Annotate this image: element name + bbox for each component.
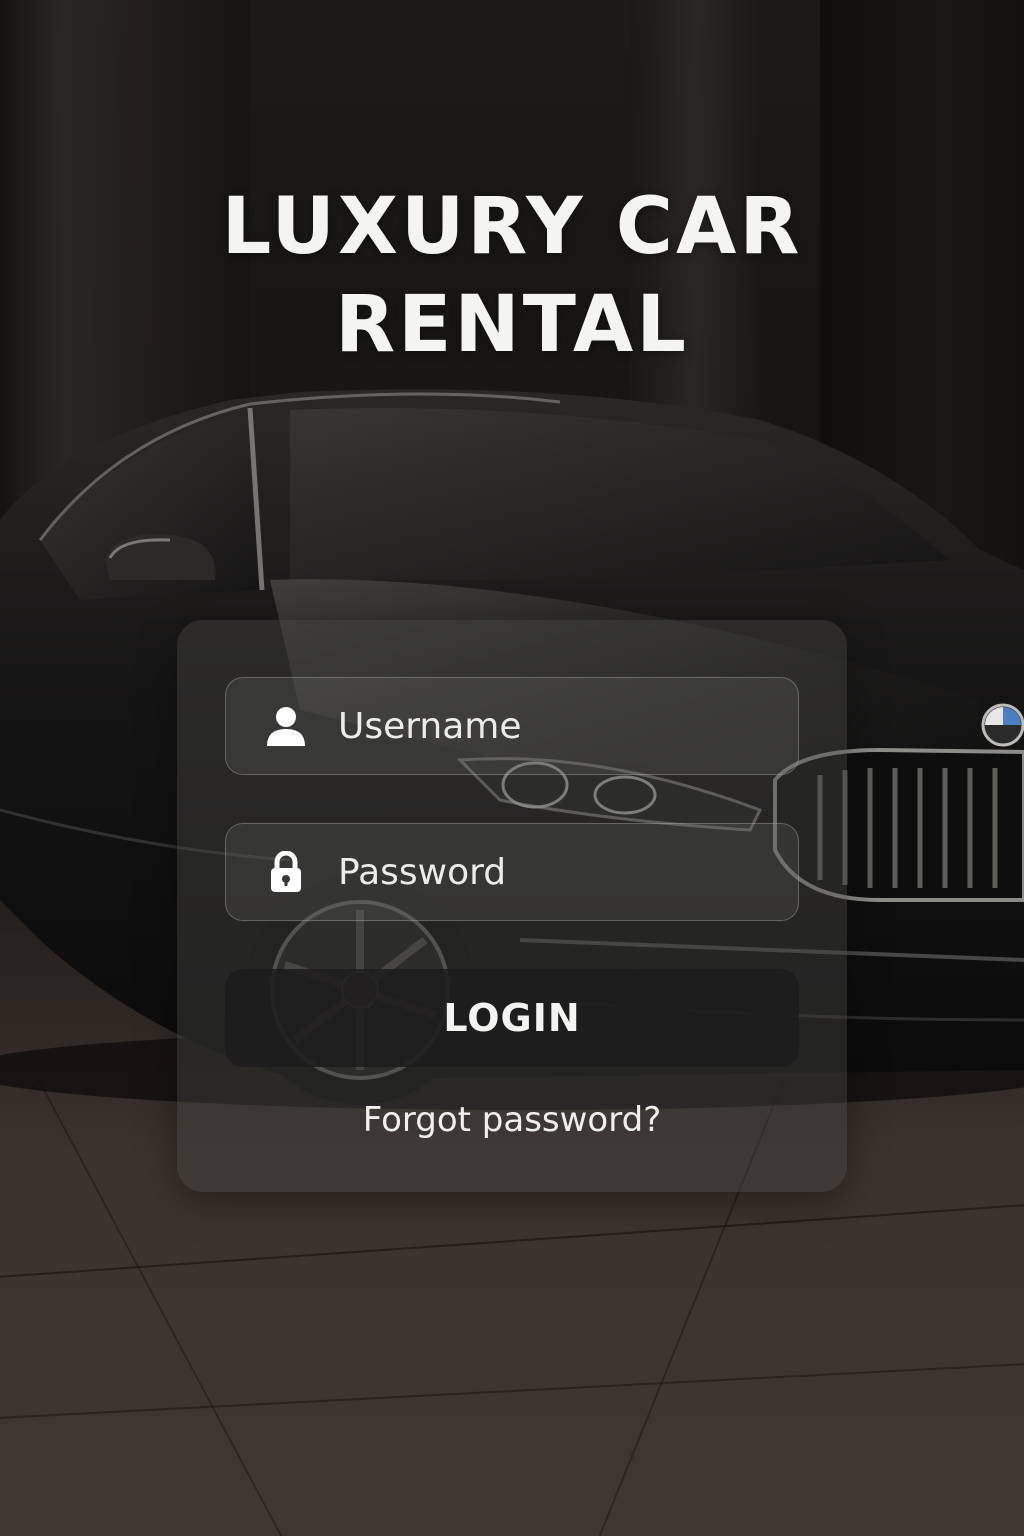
forgot-password-link[interactable]: Forgot password? [177,1100,847,1140]
login-screen: LUXURY CAR RENTAL LOGIN [0,0,1024,1536]
user-icon [256,701,316,751]
password-input[interactable] [336,850,798,894]
username-field[interactable] [225,677,799,775]
login-button[interactable]: LOGIN [225,969,799,1067]
password-field[interactable] [225,823,799,921]
lock-icon [256,847,316,897]
username-input[interactable] [336,704,798,748]
app-title: LUXURY CAR RENTAL [221,182,803,370]
login-form: LOGIN Forgot password? [177,620,847,1192]
